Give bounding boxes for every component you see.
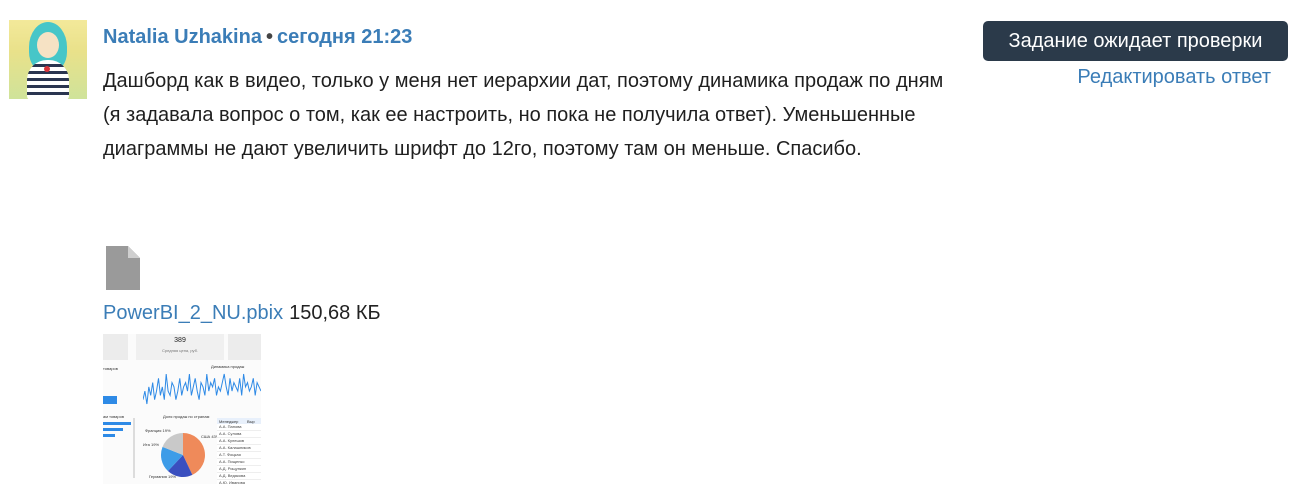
thumb-table-row: А.А. Калашников [217,445,261,452]
thumb-left-bar [103,396,117,404]
thumb-table-body: А.А. Панова А.А. Сулова А.А. Кулешов А.А. К… [217,424,261,484]
attachment-size: 150,68 КБ [289,302,381,324]
dashboard-thumbnail[interactable]: 389 Средняя цена, руб. товаров ам товаро… [103,334,261,484]
thumb-pie-label-france: Франция 19% [145,428,171,433]
thumb-bar-2 [103,428,123,431]
thumb-table-row: А.Д. Рощупкин [217,466,261,473]
thumb-table-row: А.Т. Фоцкая [217,452,261,459]
thumb-kpi-value: 389 [174,337,186,344]
comment-time: сегодня 21:23 [276,26,413,48]
thumb-divider [133,418,135,478]
thumb-table-header: Менеджер Выр [217,418,261,424]
status-button[interactable]: Задание ожидает проверки [983,21,1288,61]
thumb-bar-3 [103,434,115,437]
thumb-left-label: товаров [103,366,118,371]
meta-separator: • [265,26,273,48]
avatar-heart [44,66,50,72]
thumb-table-row: А.А. Кулешов [217,438,261,445]
thumb-pie-title: Доля продаж по странам [163,414,210,419]
thumb-bar-1 [103,422,131,425]
thumb-pie-label-germany: Германия 19% [149,474,177,479]
thumb-table-row: А.А. Пищенко [217,459,261,466]
avatar[interactable] [9,20,87,99]
thumb-table-row: А.А. Панова [217,424,261,431]
author-name[interactable]: Natalia Uzhakina [103,26,262,48]
file-icon[interactable] [106,246,140,290]
comment-meta: Natalia Uzhakina • сегодня 21:23 [103,26,412,49]
thumb-line-chart [143,373,261,405]
thumb-table-header-cell: Выр [247,419,255,424]
thumb-table: Менеджер Выр А.А. Панова А.А. Сулова А.А. К… [217,418,261,484]
thumb-table-row: А.Д. Ведякова [217,473,261,480]
avatar-face [37,32,59,58]
edit-answer-link[interactable]: Редактировать ответ [1077,66,1271,89]
thumb-line-series [143,373,261,405]
thumb-table-row: А.Ю. Иванова [217,480,261,484]
thumb-card-left [103,334,128,360]
thumb-table-row: А.А. Сулова [217,431,261,438]
thumb-card-right [228,334,261,360]
thumb-kpi-card: 389 Средняя цена, руб. [136,334,224,360]
comment-text: Дашборд как в видео, только у меня нет и… [103,70,944,160]
thumb-pie-label-italy: Ита 19% [143,442,160,447]
thumb-table-header-cell: Менеджер [219,419,239,424]
attachment-link[interactable]: PowerBI_2_NU.pbix [103,302,283,324]
thumb-left-label-2: ам товаров [103,414,124,419]
thumb-kpi-label: Средняя цена, руб. [162,348,198,353]
attachment-row: PowerBI_2_NU.pbix 150,68 КБ [103,302,381,325]
